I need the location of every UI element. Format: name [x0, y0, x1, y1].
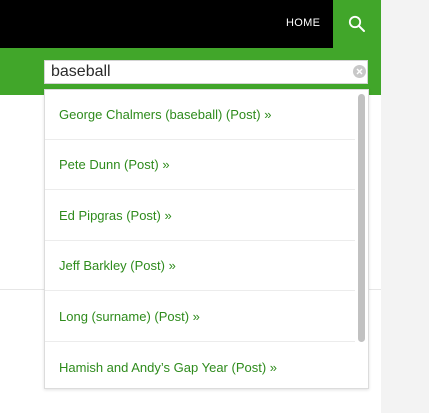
search-result-item[interactable]: Jeff Barkley (Post) »	[45, 241, 355, 291]
search-result-link[interactable]: Long (surname) (Post) »	[59, 309, 200, 324]
clear-icon	[356, 68, 363, 75]
search-icon	[348, 15, 365, 32]
home-link[interactable]: HOME	[286, 17, 320, 29]
search-result-item[interactable]: Hamish and Andy’s Gap Year (Post) »	[45, 343, 355, 388]
search-result-link[interactable]: Ed Pipgras (Post) »	[59, 208, 172, 223]
search-result-link[interactable]: Pete Dunn (Post) »	[59, 157, 170, 172]
search-toggle-button[interactable]	[333, 0, 381, 48]
search-result-item[interactable]: George Chalmers (baseball) (Post) »	[45, 90, 355, 140]
top-navigation-bar: HOME	[0, 0, 381, 48]
search-result-link[interactable]: George Chalmers (baseball) (Post) »	[59, 107, 271, 122]
scrollbar-thumb[interactable]	[358, 94, 365, 342]
right-sidebar	[381, 0, 429, 413]
search-result-item[interactable]: Pete Dunn (Post) »	[45, 140, 355, 190]
search-result-item[interactable]: Long (surname) (Post) »	[45, 292, 355, 342]
search-result-link[interactable]: Jeff Barkley (Post) »	[59, 258, 176, 273]
search-suggestions-dropdown: George Chalmers (baseball) (Post) » Pete…	[44, 89, 369, 389]
search-result-link[interactable]: Hamish and Andy’s Gap Year (Post) »	[59, 360, 277, 375]
scrollbar-track[interactable]	[356, 90, 368, 388]
search-input[interactable]	[44, 60, 368, 84]
clear-search-button[interactable]	[353, 65, 366, 78]
search-result-item[interactable]: Ed Pipgras (Post) »	[45, 191, 355, 241]
